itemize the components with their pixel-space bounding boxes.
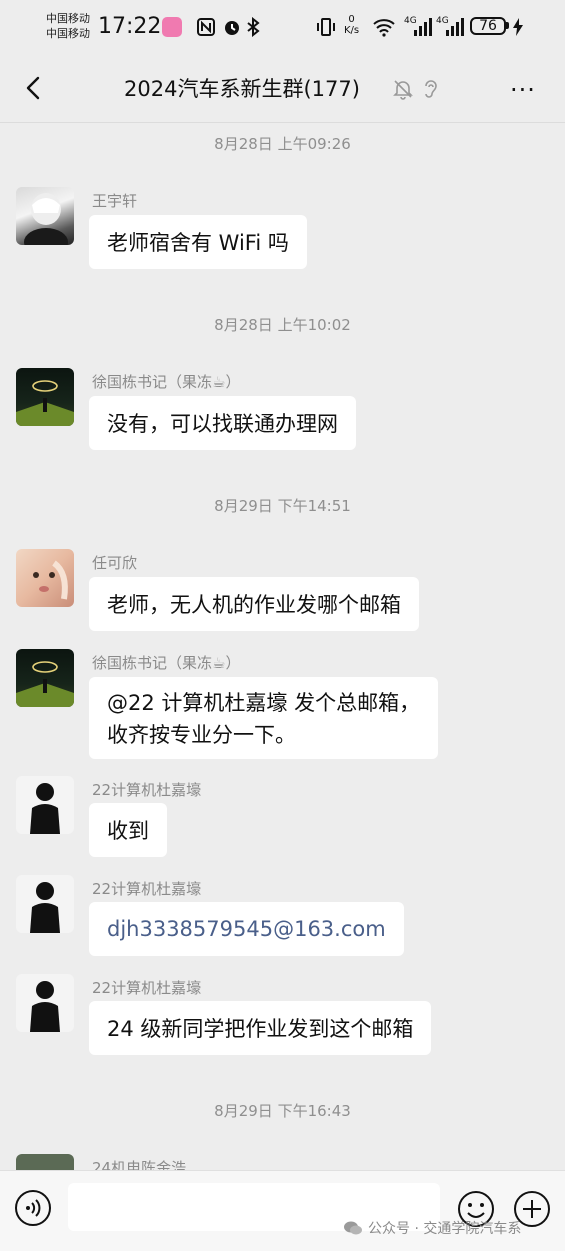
avatar-figure — [33, 560, 68, 600]
sender-name: 24机电陈金浩 — [92, 1159, 187, 1170]
signal-2-icon: 4G — [436, 16, 466, 42]
alarm-icon — [222, 16, 242, 38]
message-bubble[interactable]: 收到 — [89, 803, 167, 857]
vibrate-icon — [315, 16, 337, 38]
bluetooth-icon — [246, 16, 260, 38]
avatar[interactable] — [16, 649, 74, 707]
watermark-text: 公众号 · 交通学院汽车系 — [368, 1221, 522, 1237]
sender-name: 王宇轩 — [92, 192, 138, 210]
wechat-icon — [344, 1221, 362, 1235]
sender-name: 徐国栋书记（果冻☕） — [92, 654, 241, 672]
sender-name: 徐国栋书记（果冻☕） — [92, 373, 241, 391]
message-bubble[interactable]: 老师，无人机的作业发哪个邮箱 — [89, 577, 419, 631]
battery-tip — [506, 22, 509, 29]
wifi-icon — [372, 16, 396, 38]
carrier-1: 中国移动 — [46, 12, 90, 25]
mute-bell-icon — [392, 78, 414, 104]
message-text-line: @22 计算机杜嘉壕 发个总邮箱， — [107, 691, 421, 715]
nfc-icon — [196, 16, 216, 38]
avatar-figure — [16, 661, 74, 707]
back-button[interactable] — [18, 72, 50, 104]
timestamp: 8月28日 上午09:26 — [214, 135, 351, 153]
avatar-figure — [16, 380, 74, 426]
avatar[interactable] — [16, 1154, 74, 1170]
timestamp: 8月29日 下午14:51 — [214, 497, 351, 515]
avatar-figure — [30, 981, 60, 1032]
sender-name: 22计算机杜嘉壕 — [92, 781, 202, 799]
chat-header: 2024汽车系新生群(177) ··· — [0, 56, 565, 123]
network-speed-value: 0 — [348, 14, 355, 25]
network-speed: 0 K/s — [344, 14, 359, 36]
input-bar — [0, 1170, 565, 1251]
avatar[interactable] — [16, 549, 74, 607]
timestamp: 8月28日 上午10:02 — [214, 316, 351, 334]
signal-2-label: 4G — [436, 16, 449, 26]
group-title[interactable]: 2024汽车系新生群(177) — [124, 73, 360, 103]
avatar[interactable] — [16, 776, 74, 834]
signal-1-icon: 4G — [404, 16, 434, 42]
earpiece-icon — [420, 78, 440, 104]
message-bubble[interactable]: 没有，可以找联通办理网 — [89, 396, 356, 450]
avatar-figure — [30, 882, 60, 933]
carrier-2: 中国移动 — [46, 27, 90, 40]
chevron-left-icon — [26, 76, 40, 100]
voice-icon — [15, 1190, 51, 1226]
sender-name: 22计算机杜嘉壕 — [92, 880, 202, 898]
sender-name: 任可欣 — [92, 554, 138, 572]
avatar[interactable] — [16, 368, 74, 426]
watermark: 公众号 · 交通学院汽车系 — [343, 1218, 521, 1238]
clock: 17:22 — [98, 14, 162, 39]
message-text-line: 收齐按专业分一下。 — [107, 723, 296, 747]
status-bar: 中国移动 中国移动 17:22 0 K/s 4G 4G 76 — [0, 0, 565, 56]
app-notification-icon — [162, 17, 182, 37]
message-bubble[interactable]: 24 级新同学把作业发到这个邮箱 — [89, 1001, 432, 1055]
sender-name: 22计算机杜嘉壕 — [92, 979, 202, 997]
message-bubble[interactable]: @22 计算机杜嘉壕 发个总邮箱， 收齐按专业分一下。 — [89, 677, 439, 759]
avatar[interactable] — [16, 875, 74, 933]
message-bubble[interactable]: 老师宿舍有 WiFi 吗 — [89, 215, 307, 269]
avatar[interactable] — [16, 974, 74, 1032]
avatar-figure — [30, 783, 60, 834]
email-link-bubble[interactable]: djh3338579545@163.com — [89, 902, 404, 956]
carrier-labels: 中国移动 中国移动 — [46, 11, 90, 41]
avatar[interactable] — [16, 187, 74, 245]
battery-indicator: 76 — [470, 17, 506, 35]
more-options-button[interactable]: ··· — [510, 76, 536, 104]
charging-icon — [512, 16, 524, 38]
voice-input-button[interactable] — [14, 1189, 52, 1227]
avatar-figure — [24, 193, 68, 245]
timestamp: 8月29日 下午16:43 — [214, 1102, 351, 1120]
signal-1-label: 4G — [404, 16, 417, 26]
network-speed-unit: K/s — [344, 25, 360, 36]
